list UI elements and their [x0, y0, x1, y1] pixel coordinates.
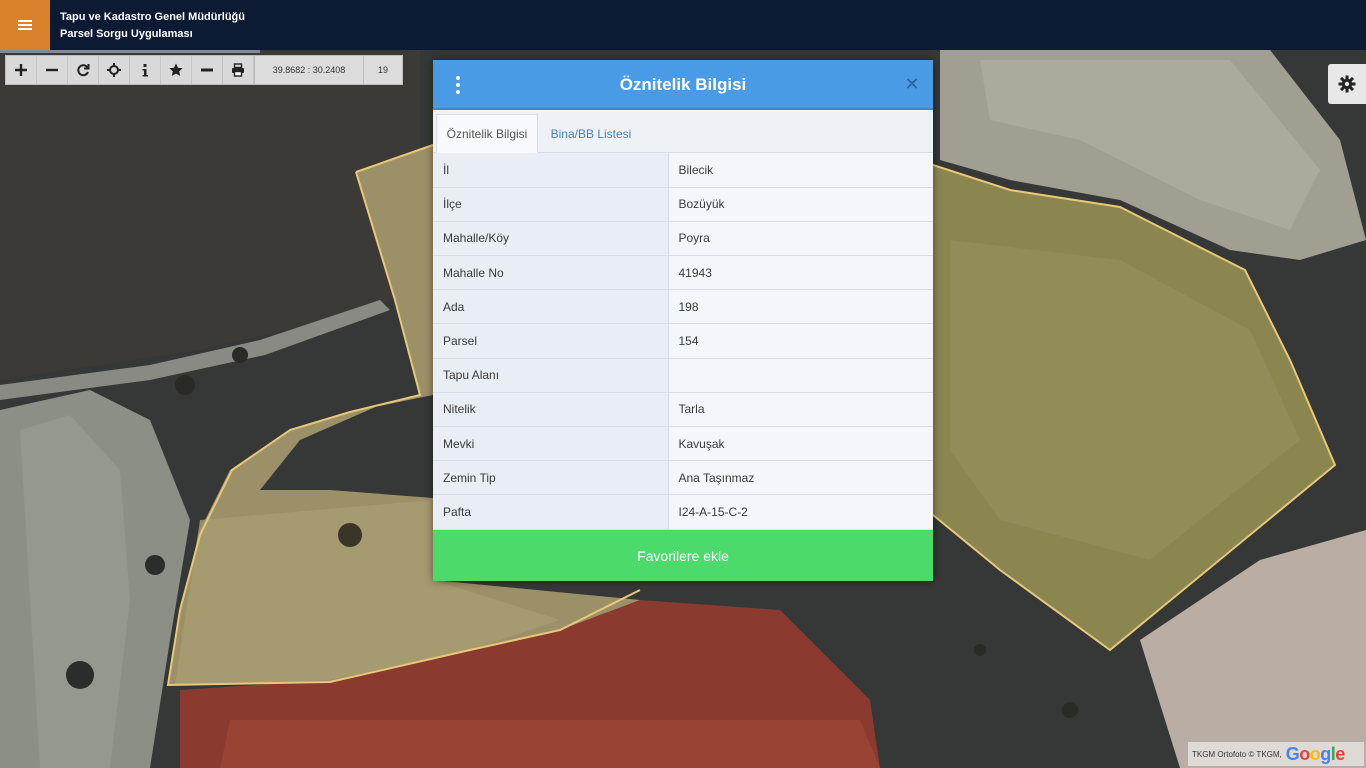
- gear-icon: [1338, 75, 1356, 93]
- attr-value: 198: [668, 289, 933, 325]
- add-to-favorites-button[interactable]: Favorilere ekle: [433, 530, 933, 581]
- print-icon: [232, 63, 244, 77]
- table-row: Mahalle/Köy Poyra: [433, 221, 933, 257]
- settings-button[interactable]: [1328, 64, 1366, 104]
- attr-value: Bozüyük: [668, 187, 933, 222]
- refresh-button[interactable]: [68, 56, 99, 84]
- table-row: Zemin Tip Ana Taşınmaz: [433, 460, 933, 496]
- attribute-table: İl Bilecik İlçe Bozüyük Mahalle/Köy Poyra M…: [433, 153, 933, 530]
- measure-icon: [201, 68, 213, 72]
- attr-key: Parsel: [433, 323, 669, 359]
- attr-value: Ana Taşınmaz: [668, 460, 933, 496]
- info-icon: [142, 64, 148, 77]
- dialog-header: Öznitelik Bilgisi ✕: [433, 60, 933, 110]
- attr-key: Ada: [433, 289, 669, 325]
- app-title: Tapu ve Kadastro Genel Müdürlüğü Parsel …: [60, 9, 245, 43]
- close-icon[interactable]: ✕: [903, 74, 921, 94]
- attr-key: Pafta: [433, 494, 669, 530]
- favorites-button[interactable]: [161, 56, 192, 84]
- attr-key: Mahalle/Köy: [433, 221, 669, 257]
- zoom-level-display: 19: [364, 56, 402, 84]
- attr-key: İl: [433, 153, 669, 188]
- table-row: Ada 198: [433, 289, 933, 325]
- attr-value: Bilecik: [668, 153, 933, 188]
- refresh-icon: [77, 64, 90, 77]
- app-title-line2: Parsel Sorgu Uygulaması: [60, 28, 193, 40]
- table-row: Mevki Kavuşak: [433, 426, 933, 462]
- measure-button[interactable]: [192, 56, 223, 84]
- attr-value: 154: [668, 323, 933, 359]
- star-icon: [169, 63, 183, 76]
- header-progress-bar: [0, 50, 260, 53]
- table-row: Nitelik Tarla: [433, 392, 933, 428]
- attr-value: [668, 358, 933, 393]
- attr-value: 41943: [668, 255, 933, 291]
- attr-value: I24-A-15-C-2: [668, 494, 933, 530]
- table-row: Tapu Alanı: [433, 358, 933, 393]
- table-row: İlçe Bozüyük: [433, 187, 933, 222]
- coordinate-display: 39.8682 : 30.2408: [254, 56, 364, 84]
- dialog-title: Öznitelik Bilgisi: [619, 75, 747, 94]
- locate-icon: [107, 63, 121, 77]
- tab-attribute-info[interactable]: Öznitelik Bilgisi: [436, 114, 538, 153]
- app-header: Tapu ve Kadastro Genel Müdürlüğü Parsel …: [0, 0, 1366, 50]
- hamburger-menu-button[interactable]: [0, 0, 50, 50]
- table-row: İl Bilecik: [433, 153, 933, 188]
- attr-key: Mahalle No: [433, 255, 669, 291]
- app-title-line1: Tapu ve Kadastro Genel Müdürlüğü: [60, 11, 245, 23]
- zoom-out-button[interactable]: [37, 56, 68, 84]
- table-row: Parsel 154: [433, 323, 933, 359]
- map-attribution: TKGM Ortofoto © TKGM, Google: [1188, 742, 1364, 766]
- info-button[interactable]: [130, 56, 161, 84]
- menu-icon: [18, 20, 32, 30]
- zoom-in-icon: [15, 64, 27, 76]
- tab-building-list[interactable]: Bina/BB Listesi: [541, 114, 641, 153]
- google-logo: Google: [1285, 743, 1346, 764]
- attr-value: Tarla: [668, 392, 933, 428]
- print-button[interactable]: [223, 56, 254, 84]
- table-row: Mahalle No 41943: [433, 255, 933, 291]
- attr-key: İlçe: [433, 187, 669, 222]
- map-toolbar: 39.8682 : 30.2408 19: [5, 55, 403, 85]
- attr-key: Nitelik: [433, 392, 669, 428]
- attribution-text: TKGM Ortofoto © TKGM,: [1192, 749, 1282, 759]
- table-row: Pafta I24-A-15-C-2: [433, 494, 933, 530]
- attr-key: Zemin Tip: [433, 460, 669, 496]
- zoom-out-icon: [46, 68, 58, 72]
- attr-value: Kavuşak: [668, 426, 933, 462]
- locate-button[interactable]: [99, 56, 130, 84]
- attribute-dialog: Öznitelik Bilgisi ✕ Öznitelik Bilgisi Bi…: [433, 60, 933, 581]
- attr-value: Poyra: [668, 221, 933, 257]
- attr-key: Tapu Alanı: [433, 358, 669, 393]
- zoom-in-button[interactable]: [6, 56, 37, 84]
- dialog-tabs: Öznitelik Bilgisi Bina/BB Listesi: [433, 111, 933, 153]
- attr-key: Mevki: [433, 426, 669, 462]
